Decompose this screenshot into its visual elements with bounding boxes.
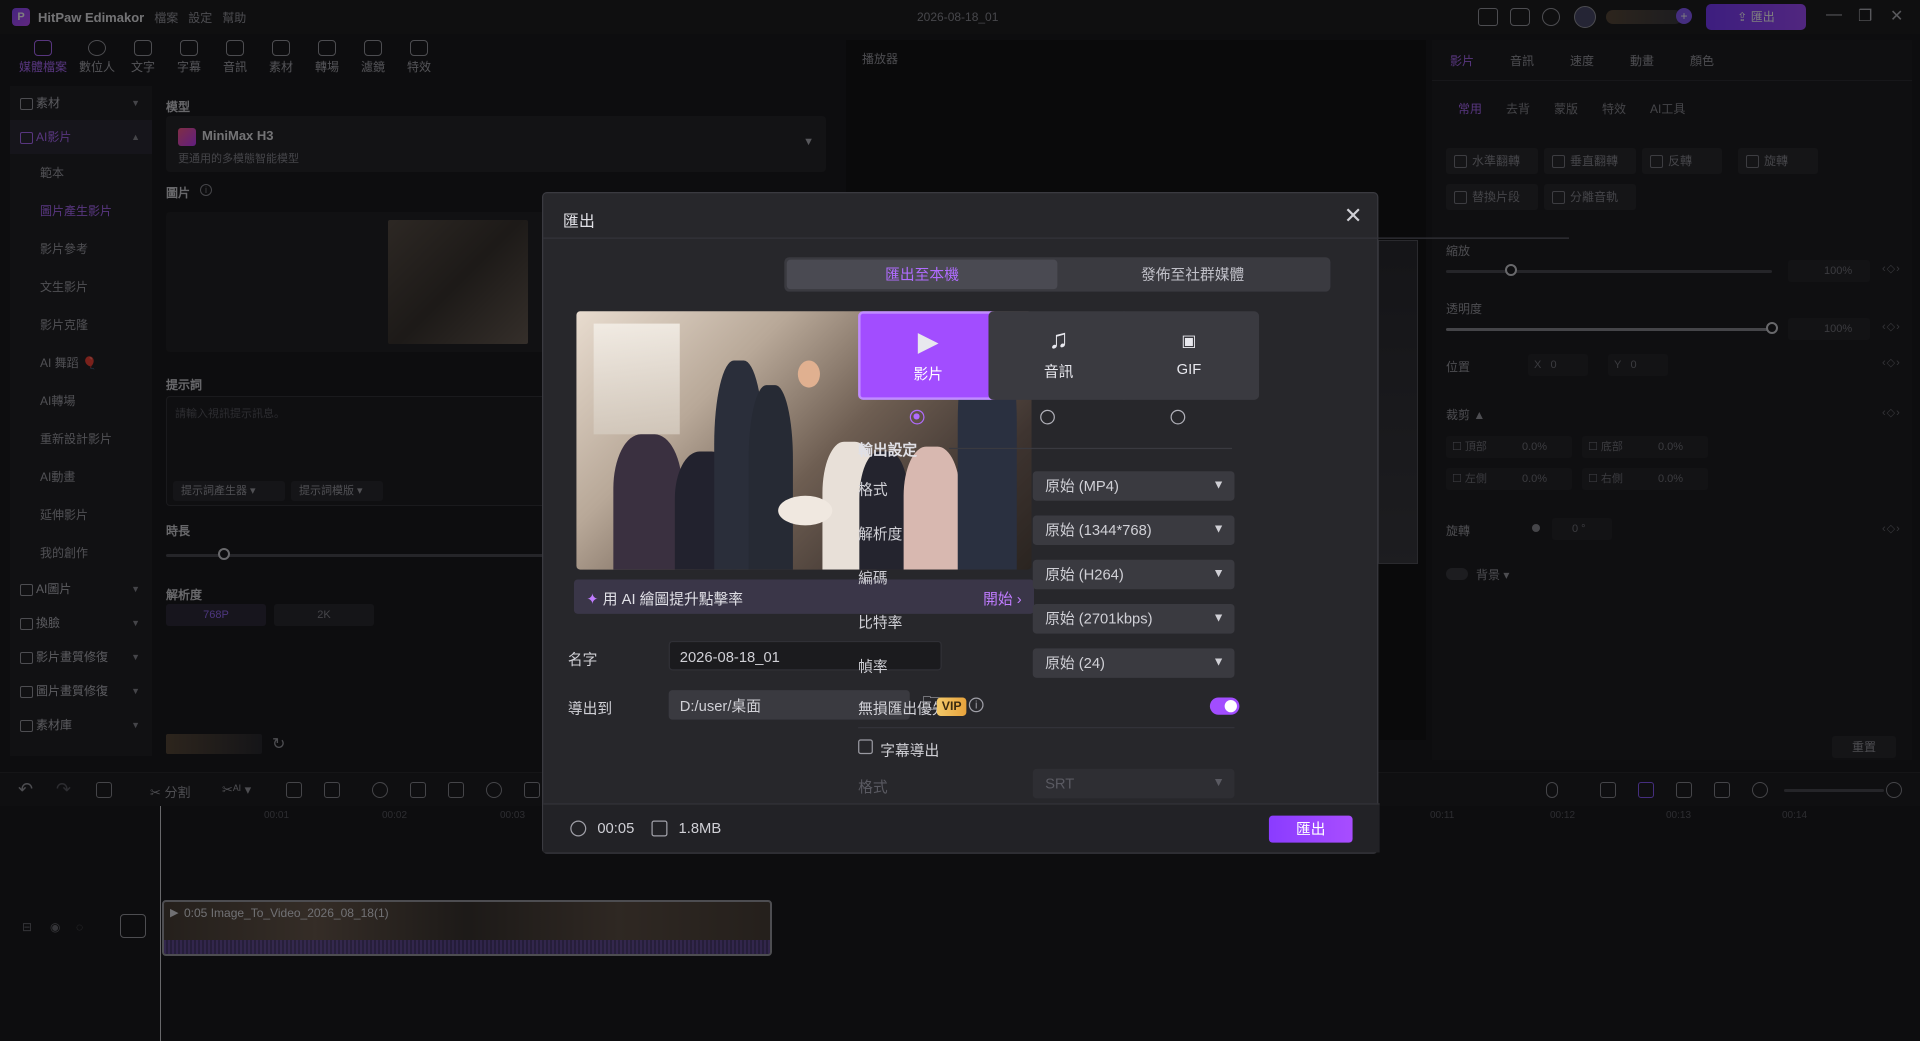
subtitle-format-value: SRT bbox=[1045, 775, 1075, 793]
resolution-select-value: 原始 (1344*768) bbox=[1045, 521, 1152, 539]
music-note-icon: ♫ bbox=[1048, 323, 1069, 355]
dialog-title: 匯出 bbox=[562, 211, 595, 231]
duration-value: 00:05 bbox=[597, 819, 635, 837]
ai-start-label: 開始 bbox=[983, 590, 1013, 608]
lossless-label: 無損匯出優先 bbox=[858, 699, 947, 718]
format-select[interactable]: 原始 (MP4) ▼ bbox=[1032, 471, 1235, 501]
subtitle-export-label: 字幕導出 bbox=[880, 741, 940, 760]
ai-upscale-text: 用 AI 繪圖提升點擊率 bbox=[602, 590, 744, 608]
preview-person bbox=[613, 434, 683, 570]
export-dialog: 匯出 ✕ 匯出至本機 發佈至社群媒體 ✦ 用 AI 繪圖提升點擊率 開始 › 名… bbox=[542, 192, 1570, 854]
name-label: 名字 bbox=[567, 650, 598, 669]
resolution-select[interactable]: 原始 (1344*768) ▼ bbox=[1032, 515, 1235, 546]
subtitle-export-checkbox[interactable] bbox=[858, 739, 873, 755]
output-settings-heading: 輸出設定 bbox=[858, 441, 918, 459]
export-button[interactable]: 匯出 bbox=[1268, 815, 1353, 843]
chevron-down-icon: ▼ bbox=[1212, 567, 1225, 581]
ai-upscale-start-button[interactable]: 開始 › bbox=[983, 588, 1022, 609]
format-video-radio[interactable] bbox=[909, 409, 925, 425]
encoder-select-value: 原始 (H264) bbox=[1045, 565, 1124, 584]
format-select-value: 原始 (MP4) bbox=[1045, 477, 1119, 495]
dialog-footer: 00:05 1.8MB 匯出 bbox=[543, 803, 1380, 853]
preview-window bbox=[593, 323, 680, 435]
format-label: GIF bbox=[1176, 360, 1202, 378]
encoder-select[interactable]: 原始 (H264) ▼ bbox=[1032, 559, 1235, 590]
chevron-down-icon: ▼ bbox=[1212, 478, 1225, 493]
divider bbox=[858, 727, 1235, 729]
chevron-down-icon: ▼ bbox=[1212, 611, 1225, 625]
divider bbox=[543, 237, 1570, 239]
chevron-down-icon: ▼ bbox=[1212, 655, 1225, 670]
vip-badge: VIP bbox=[936, 697, 967, 716]
format-audio-radio[interactable] bbox=[1040, 409, 1055, 425]
close-icon[interactable]: ✕ bbox=[1344, 203, 1363, 229]
format-label: 音訊 bbox=[1043, 362, 1074, 381]
subtitle-format-label: 格式 bbox=[858, 778, 888, 796]
fps-select[interactable]: 原始 (24) ▼ bbox=[1032, 648, 1235, 678]
name-input[interactable]: 2026-08-18_01 bbox=[668, 640, 942, 671]
ai-upscale-label: ✦ 用 AI 繪圖提升點擊率 bbox=[586, 588, 743, 609]
bitrate-select-value: 原始 (2701kbps) bbox=[1045, 610, 1153, 628]
gif-icon: ▣ bbox=[1181, 330, 1197, 350]
chevron-down-icon: ▼ bbox=[1212, 522, 1225, 537]
filesize-value: 1.8MB bbox=[678, 819, 722, 837]
info-icon[interactable]: i bbox=[968, 697, 984, 713]
format-label: 影片 bbox=[913, 365, 943, 383]
divider bbox=[949, 447, 1233, 450]
format-video-option[interactable]: ▶ 影片 bbox=[858, 311, 999, 400]
format-gif-option[interactable]: ▣ GIF bbox=[1118, 311, 1260, 400]
ai-upscale-bar[interactable]: ✦ 用 AI 繪圖提升點擊率 開始 › bbox=[573, 579, 1034, 614]
preview-person bbox=[903, 446, 961, 570]
lossless-toggle[interactable] bbox=[1209, 697, 1240, 715]
resolution-label: 解析度 bbox=[858, 525, 903, 543]
tab-export-local[interactable]: 匯出至本機 bbox=[786, 259, 1058, 290]
preview-balloon bbox=[797, 360, 820, 388]
format-label: 格式 bbox=[858, 481, 888, 499]
chevron-down-icon: ▼ bbox=[1212, 776, 1225, 790]
preview-person bbox=[859, 451, 909, 570]
export-to-label: 導出到 bbox=[567, 699, 613, 718]
bitrate-label: 比特率 bbox=[858, 613, 903, 632]
preview-person bbox=[748, 385, 793, 570]
bitrate-select[interactable]: 原始 (2701kbps) ▼ bbox=[1032, 604, 1235, 634]
tab-publish-social[interactable]: 發佈至社群媒體 bbox=[1057, 260, 1328, 290]
preview-cake bbox=[778, 495, 833, 526]
format-gif-radio[interactable] bbox=[1170, 409, 1186, 425]
clock-icon bbox=[570, 820, 587, 837]
subtitle-format-select[interactable]: SRT ▼ bbox=[1032, 768, 1235, 799]
encoder-label: 編碼 bbox=[858, 569, 888, 587]
sparkle-icon: ✦ bbox=[586, 590, 599, 608]
format-audio-option[interactable]: ♫ 音訊 bbox=[988, 311, 1129, 400]
fps-label: 幀率 bbox=[858, 658, 888, 676]
fps-select-value: 原始 (24) bbox=[1045, 654, 1105, 672]
export-destination-switch: 匯出至本機 發佈至社群媒體 bbox=[784, 257, 1331, 292]
chevron-right-icon: › bbox=[1016, 590, 1022, 608]
video-icon: ▶ bbox=[917, 326, 939, 357]
file-size-icon bbox=[651, 820, 668, 837]
